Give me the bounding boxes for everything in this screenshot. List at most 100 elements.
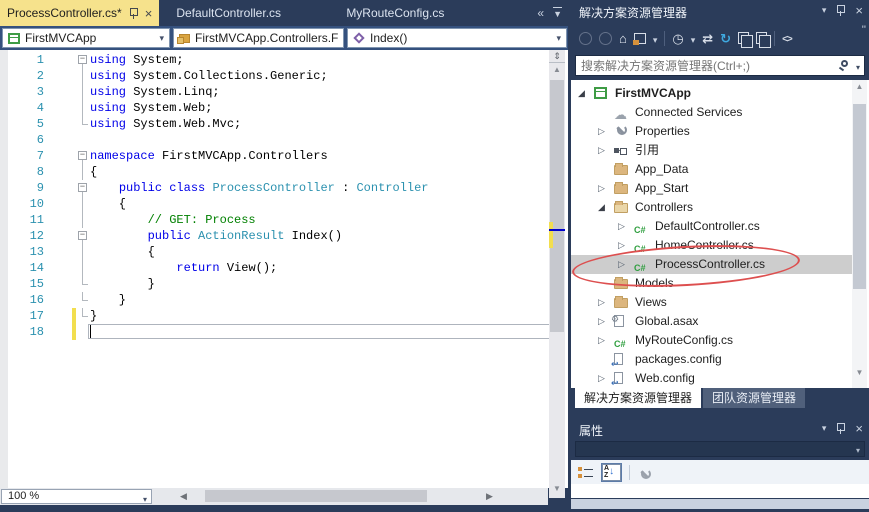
caret-icon[interactable] <box>691 32 696 45</box>
scroll-up-arrow[interactable]: ▲ <box>549 63 565 76</box>
scroll-up-arrow[interactable]: ▲ <box>852 82 867 91</box>
close-icon[interactable]: × <box>855 4 863 17</box>
expand-arrow-icon[interactable]: ▷ <box>618 236 625 255</box>
code-line[interactable]: 14 return View(); <box>0 260 568 276</box>
tree-item-global-asax[interactable]: ▷Global.asax <box>571 312 869 331</box>
code-line[interactable]: 15 } <box>0 276 568 292</box>
tree-item-connected-services[interactable]: Connected Services <box>571 103 869 122</box>
tree-scrollbar-thumb[interactable] <box>853 104 866 289</box>
horizontal-scrollbar-thumb[interactable] <box>205 490 427 502</box>
view-switcher-icon[interactable] <box>634 33 646 44</box>
navigation-dropdown[interactable]: Index()▾ <box>347 28 567 48</box>
pin-icon[interactable] <box>836 5 845 16</box>
tree-vertical-scrollbar[interactable]: ▲ ▼ <box>852 80 867 388</box>
code-line[interactable]: 16 } <box>0 292 568 308</box>
active-files-dropdown-icon[interactable]: ▼ <box>553 7 562 19</box>
scroll-left-arrow[interactable]: ◀ <box>180 489 187 504</box>
forward-icon[interactable] <box>599 32 612 45</box>
code-line[interactable]: 8{ <box>0 164 568 180</box>
tree-item--[interactable]: ▷引用 <box>571 141 869 160</box>
tree-item-models[interactable]: Models <box>571 274 869 293</box>
back-icon[interactable] <box>579 32 592 45</box>
refresh-icon[interactable] <box>720 32 731 45</box>
expand-arrow-icon[interactable]: ▷ <box>598 312 605 331</box>
categorized-view-icon[interactable] <box>578 466 594 479</box>
expand-arrow-icon[interactable]: ▷ <box>598 293 605 312</box>
editor-tab[interactable]: MyRouteConfig.cs <box>340 0 486 26</box>
code-line[interactable]: 5using System.Web.Mvc; <box>0 116 568 132</box>
fold-box-icon[interactable] <box>78 151 87 160</box>
code-editor[interactable]: 1using System;2using System.Collections.… <box>0 50 568 488</box>
vertical-scrollbar-thumb[interactable] <box>550 80 564 332</box>
fold-box-icon[interactable] <box>78 183 87 192</box>
properties-grid[interactable] <box>571 484 869 498</box>
zoom-level-dropdown[interactable]: 100 % ▾ <box>1 489 152 504</box>
tree-item-firstmvcapp[interactable]: ◢FirstMVCApp <box>571 84 869 103</box>
tree-item-defaultcontroller-cs[interactable]: ▷DefaultController.cs <box>571 217 869 236</box>
show-all-files-icon[interactable] <box>756 32 767 44</box>
code-line[interactable]: 13 { <box>0 244 568 260</box>
view-code-icon[interactable] <box>782 31 792 45</box>
expand-arrow-icon[interactable]: ▷ <box>618 255 625 274</box>
code-line[interactable]: 10 { <box>0 196 568 212</box>
tool-window-tab[interactable]: 解决方案资源管理器 <box>575 388 701 408</box>
search-input[interactable] <box>576 56 834 75</box>
expand-arrow-icon[interactable]: ▷ <box>598 141 605 160</box>
split-window-handle[interactable]: ⇕ <box>549 50 565 63</box>
window-position-icon[interactable]: ▾ <box>822 5 827 16</box>
code-line[interactable]: 18 <box>0 324 568 340</box>
code-line[interactable]: 12 public ActionResult Index() <box>0 228 568 244</box>
tree-item-myrouteconfig-cs[interactable]: ▷MyRouteConfig.cs <box>571 331 869 350</box>
code-line[interactable]: 7namespace FirstMVCApp.Controllers <box>0 148 568 164</box>
expand-arrow-icon[interactable]: ▷ <box>598 331 605 350</box>
close-icon[interactable]: × <box>855 422 863 435</box>
window-position-icon[interactable]: ▾ <box>822 423 827 434</box>
caret-icon[interactable] <box>653 32 658 45</box>
editor-tab[interactable]: DefaultController.cs <box>159 0 340 26</box>
fold-box-icon[interactable] <box>78 231 87 240</box>
chevron-down-icon[interactable]: ▾ <box>856 63 860 72</box>
toolbar-overflow-button[interactable] <box>862 24 866 36</box>
tree-item-properties[interactable]: ▷Properties <box>571 122 869 141</box>
expand-arrow-icon[interactable]: ▷ <box>598 369 605 388</box>
alphabetical-sort-icon[interactable]: AZ ↓ <box>602 464 621 481</box>
editor-vertical-scrollbar[interactable]: ⇕ ▲ ▼ <box>549 50 565 498</box>
scroll-right-arrow[interactable]: ▶ <box>486 489 493 504</box>
pin-icon[interactable] <box>836 423 845 434</box>
tree-item-app-start[interactable]: ▷App_Start <box>571 179 869 198</box>
navigation-dropdown[interactable]: FirstMVCApp.Controllers.F▾ <box>173 28 344 48</box>
object-selector-dropdown[interactable]: ▾ <box>575 441 865 457</box>
home-icon[interactable] <box>619 32 627 45</box>
pin-icon[interactable] <box>129 8 138 19</box>
scroll-down-arrow[interactable]: ▼ <box>549 482 565 496</box>
sync-icon[interactable] <box>702 32 713 45</box>
scroll-tabs-left-icon[interactable]: « <box>537 6 544 20</box>
code-line[interactable]: 2using System.Collections.Generic; <box>0 68 568 84</box>
tree-item-web-config[interactable]: ▷Web.config <box>571 369 869 388</box>
scroll-down-arrow[interactable]: ▼ <box>852 368 867 377</box>
close-icon[interactable]: × <box>145 7 153 20</box>
pending-changes-icon[interactable] <box>672 32 683 45</box>
tree-item-homecontroller-cs[interactable]: ▷HomeController.cs <box>571 236 869 255</box>
code-line[interactable]: 6 <box>0 132 568 148</box>
collapse-arrow-icon[interactable]: ◢ <box>598 198 605 217</box>
code-line[interactable]: 1using System; <box>0 52 568 68</box>
tree-item-controllers[interactable]: ◢Controllers <box>571 198 869 217</box>
search-icon[interactable] <box>841 60 848 67</box>
property-pages-wrench-icon[interactable] <box>638 469 651 482</box>
code-line[interactable]: 9 public class ProcessController : Contr… <box>0 180 568 196</box>
code-line[interactable]: 17} <box>0 308 568 324</box>
fold-box-icon[interactable] <box>78 55 87 64</box>
code-line[interactable]: 3using System.Linq; <box>0 84 568 100</box>
navigation-dropdown[interactable]: FirstMVCApp▾ <box>2 28 170 48</box>
code-line[interactable]: 11 // GET: Process <box>0 212 568 228</box>
code-line[interactable]: 4using System.Web; <box>0 100 568 116</box>
collapse-arrow-icon[interactable]: ◢ <box>578 84 585 103</box>
expand-arrow-icon[interactable]: ▷ <box>618 217 625 236</box>
tree-item-packages-config[interactable]: packages.config <box>571 350 869 369</box>
editor-tab-active[interactable]: ProcessController.cs*× <box>0 0 159 26</box>
collapse-all-icon[interactable] <box>738 32 749 44</box>
expand-arrow-icon[interactable]: ▷ <box>598 122 605 141</box>
tree-item-app-data[interactable]: App_Data <box>571 160 869 179</box>
tree-item-processcontroller-cs[interactable]: ▷ProcessController.cs <box>571 255 852 274</box>
